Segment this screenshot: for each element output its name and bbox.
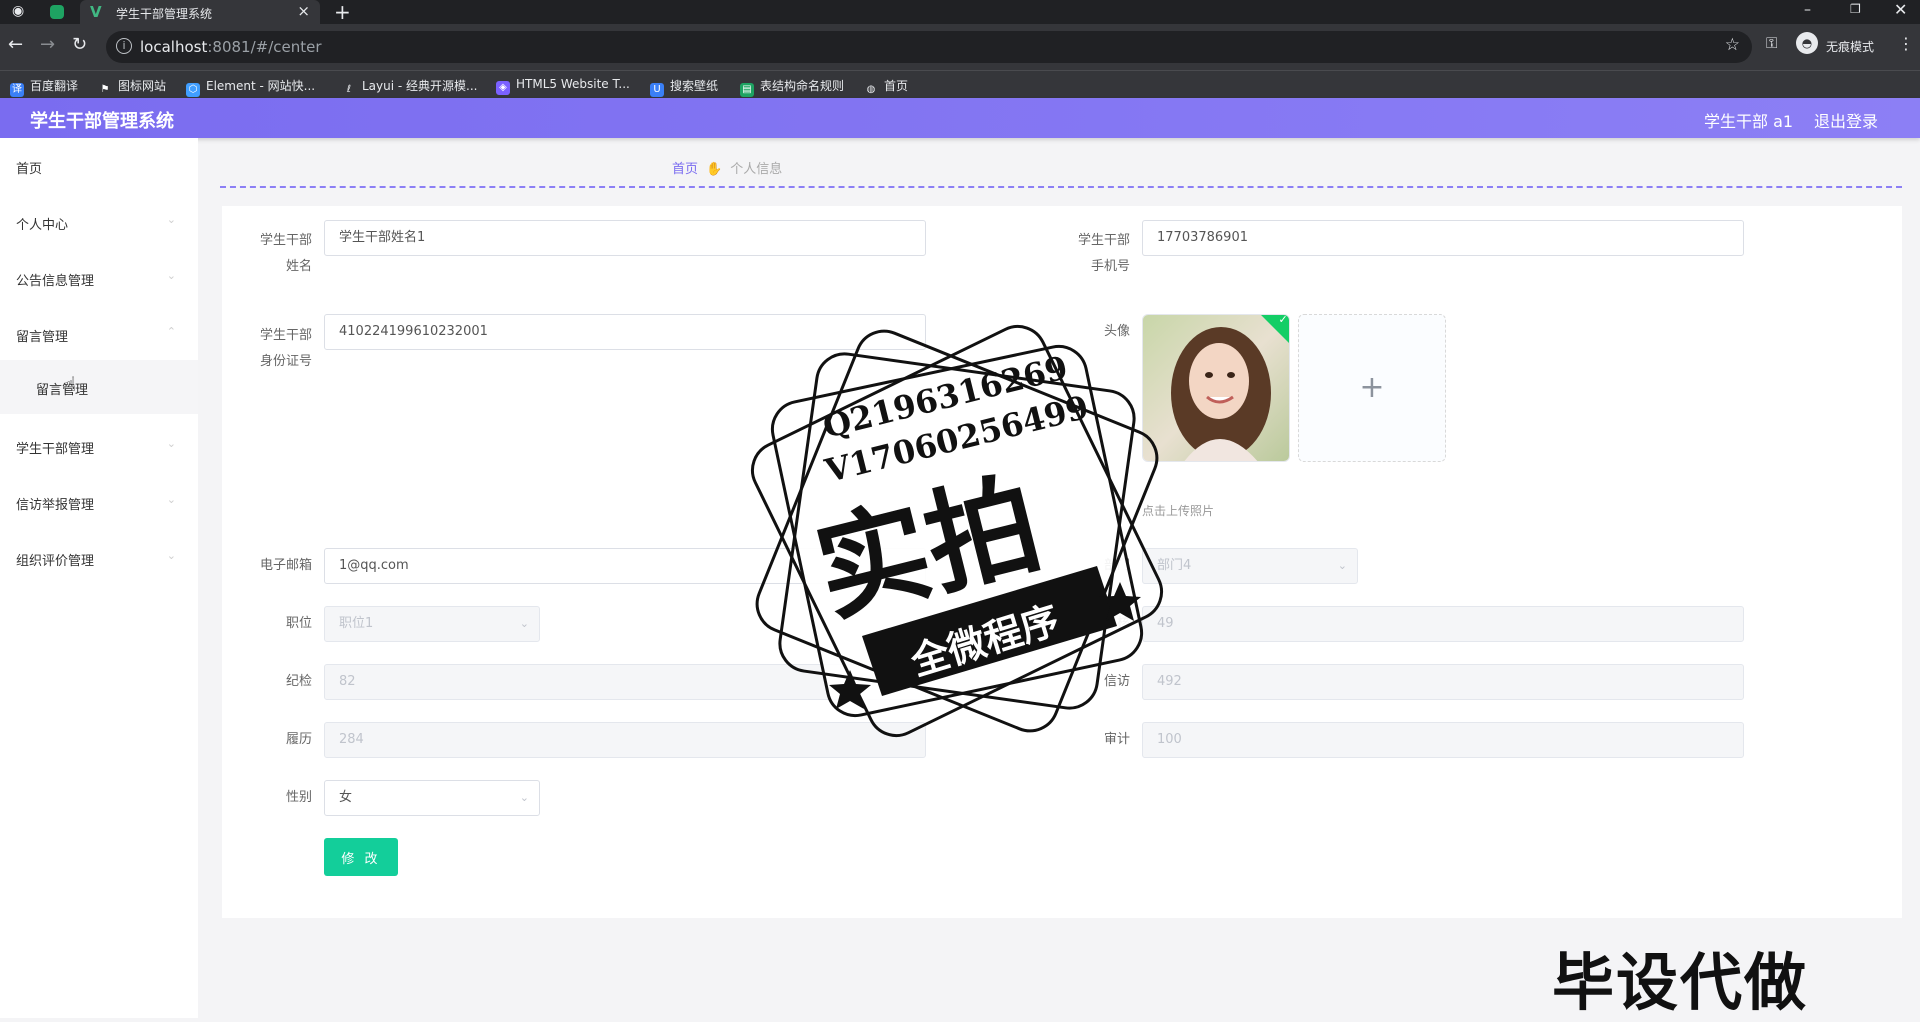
breadcrumb-separator-icon: ✋	[706, 162, 723, 177]
address-bar[interactable]: i localhost:8081/#/center ☆	[106, 31, 1752, 63]
back-icon[interactable]: ←	[8, 34, 23, 55]
audit-input: 100	[1142, 722, 1744, 758]
sidebar-subitem-label: 留言管理	[36, 383, 89, 398]
close-tab-icon[interactable]: ×	[297, 2, 310, 20]
bottom-watermark: 毕设代做	[1552, 946, 1809, 1019]
incognito-icon[interactable]: ◓	[1796, 32, 1818, 54]
email-label: 电子邮箱	[259, 558, 312, 573]
reload-icon[interactable]: ↻	[72, 34, 87, 55]
chevron-down-icon: ⌄	[166, 437, 176, 450]
app-title: 学生干部管理系统	[30, 111, 174, 132]
html5-icon: ◈	[496, 81, 510, 95]
bookmark-item[interactable]: ⬡ Element - 网站快...	[186, 77, 315, 97]
breadcrumb-home[interactable]: 首页	[672, 162, 698, 177]
bookmark-item[interactable]: ▤ 表结构命名规则	[740, 77, 844, 97]
chevron-down-icon: ⌄	[1337, 559, 1347, 572]
sidebar-subitem-message[interactable]: 留言管理	[0, 360, 198, 414]
update-button[interactable]: 修 改	[324, 838, 398, 876]
chevron-down-icon: ⌄	[519, 791, 529, 804]
sidebar-item-label: 学生干部管理	[16, 442, 95, 457]
new-tab-icon[interactable]: +	[334, 0, 351, 24]
plus-icon: +	[1359, 370, 1385, 405]
current-user: 学生干部 a1	[1704, 112, 1794, 131]
bookmark-item[interactable]: ⚑ 图标网站	[98, 77, 167, 97]
chevron-down-icon: ⌄	[166, 493, 176, 506]
bookmarks-bar: 译百度翻译 ⚑ 图标网站 ⬡ Element - 网站快... ℓ Layui - 经…	[0, 70, 1920, 98]
vue-icon: V	[90, 3, 102, 21]
app-header: 学生干部管理系统 学生干部 a1 退出登录	[0, 98, 1920, 138]
chevron-down-icon: ⌄	[166, 549, 176, 562]
close-window-icon[interactable]: ✕	[1894, 0, 1907, 19]
id-number-label: 学生干部 身份证号	[259, 328, 312, 369]
gender-label: 性别	[285, 790, 312, 805]
breadcrumb-current: 个人信息	[730, 162, 783, 177]
pinned-tab-icon[interactable]	[50, 5, 64, 19]
watermark-stamp: Q2196316269 V17060256499 实拍 全微程序	[722, 296, 1192, 766]
resume-label: 履历	[285, 732, 312, 747]
sidebar-item-label: 信访举报管理	[16, 498, 95, 513]
gender-select[interactable]: 女 ⌄	[324, 780, 540, 816]
translate-icon: 译	[10, 83, 24, 97]
chevron-down-icon: ⌄	[519, 617, 529, 630]
sidebar-item-evaluation[interactable]: 组织评价管理 ⌄	[0, 530, 198, 586]
restore-icon[interactable]: ❐	[1850, 2, 1861, 16]
flag-icon: ⚑	[100, 84, 110, 95]
phone-input[interactable]: 17703786901	[1142, 220, 1744, 256]
breadcrumb: 首页 ✋ 个人信息	[672, 158, 782, 177]
active-tab[interactable]: V 学生干部管理系统 ×	[80, 0, 320, 24]
discipline-label: 纪检	[285, 674, 312, 689]
bookmark-item[interactable]: 译百度翻译	[10, 77, 78, 97]
chevron-down-icon: ⌄	[166, 213, 176, 226]
site-info-icon[interactable]: i	[116, 38, 132, 54]
name-input[interactable]: 学生干部姓名1	[324, 220, 926, 256]
minimize-icon[interactable]: –	[1804, 2, 1811, 18]
url-path: :8081/#/center	[207, 38, 322, 56]
bookmark-item[interactable]: U 搜索壁纸	[650, 77, 718, 97]
sidebar-item-cadre[interactable]: 学生干部管理 ⌄	[0, 418, 198, 474]
name-label: 学生干部 姓名	[259, 233, 312, 274]
review-input: 49	[1142, 606, 1744, 642]
browser-toolbar: ← → ↻ i localhost:8081/#/center ☆ ⚿ ◓ 无痕…	[0, 24, 1920, 70]
phone-label: 学生干部 手机号	[1077, 233, 1130, 274]
sidebar-item-label: 组织评价管理	[16, 554, 95, 569]
position-select: 职位1 ⌄	[324, 606, 540, 642]
sidebar-item-label: 留言管理	[16, 330, 69, 345]
more-menu-icon[interactable]: ⋮	[1898, 34, 1914, 53]
petition-input: 492	[1142, 664, 1744, 700]
chevron-up-icon: ⌃	[166, 325, 176, 338]
sidebar-item-petition[interactable]: 信访举报管理 ⌄	[0, 474, 198, 530]
dashed-divider	[220, 186, 1902, 188]
sidebar-item-message[interactable]: 留言管理 ⌃	[0, 306, 198, 362]
layui-icon: ℓ	[346, 84, 352, 95]
upload-photo-button[interactable]: +	[1298, 314, 1446, 462]
sidebar-item-center[interactable]: 个人中心 ⌄	[0, 194, 198, 250]
url-host: localhost	[140, 38, 208, 56]
sidebar-item-home[interactable]: 首页	[0, 138, 198, 194]
incognito-label: 无痕模式	[1826, 40, 1875, 54]
bookmark-item[interactable]: ◍ 首页	[864, 77, 908, 97]
sidebar-menu: 首页 个人中心 ⌄ 公告信息管理 ⌄ 留言管理 ⌃ 留言管理 学生干部管理 ⌄ …	[0, 138, 198, 1018]
globe-icon: ◍	[866, 84, 876, 95]
position-label: 职位	[285, 616, 312, 631]
browser-tab-bar: ◉ V 学生干部管理系统 × + – ❐ ✕	[0, 0, 1920, 24]
sidebar-item-label: 公告信息管理	[16, 274, 95, 289]
sidebar-item-notice[interactable]: 公告信息管理 ⌄	[0, 250, 198, 306]
forward-icon[interactable]: →	[40, 34, 55, 55]
browser-menu-icon[interactable]: ◉	[12, 3, 30, 21]
tab-title: 学生干部管理系统	[116, 7, 213, 21]
key-icon[interactable]: ⚿	[1766, 34, 1777, 52]
hand-cursor-icon: ☝	[64, 372, 77, 396]
bookmark-item[interactable]: ℓ Layui - 经典开源模...	[342, 77, 478, 97]
chevron-down-icon: ⌄	[166, 269, 176, 282]
sidebar-item-label: 首页	[16, 162, 43, 177]
wallpaper-icon: U	[650, 83, 664, 97]
sheet-icon: ▤	[740, 83, 754, 97]
sidebar-item-label: 个人中心	[16, 218, 69, 233]
logout-link[interactable]: 退出登录	[1814, 108, 1878, 132]
element-icon: ⬡	[186, 83, 200, 97]
bookmark-item[interactable]: ◈ HTML5 Website T...	[496, 77, 630, 95]
bookmark-star-icon[interactable]: ☆	[1725, 35, 1740, 55]
